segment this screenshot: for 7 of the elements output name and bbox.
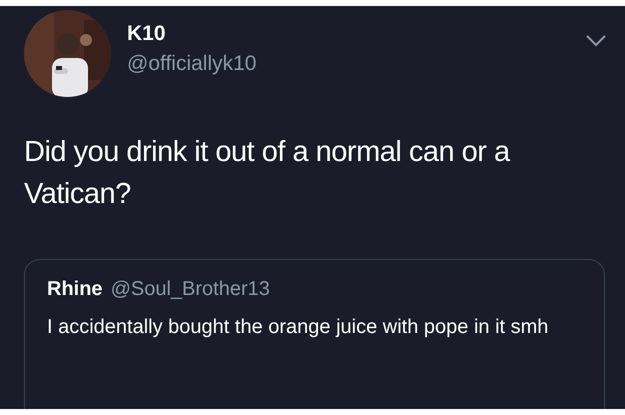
author-handle: @officiallyk10 [127, 52, 256, 76]
chevron-icon[interactable] [585, 34, 607, 48]
author-name: K10 [127, 22, 167, 46]
quoted-tweet-text: I accidentally bought the orange juice with pope in it smh [47, 315, 550, 340]
quoted-author-name: Rhine [47, 278, 103, 301]
quoted-author-handle: @Soul_Brother13 [110, 278, 270, 301]
tweet-text: Did you drink it out of a normal can or a Vatican? [24, 135, 512, 212]
